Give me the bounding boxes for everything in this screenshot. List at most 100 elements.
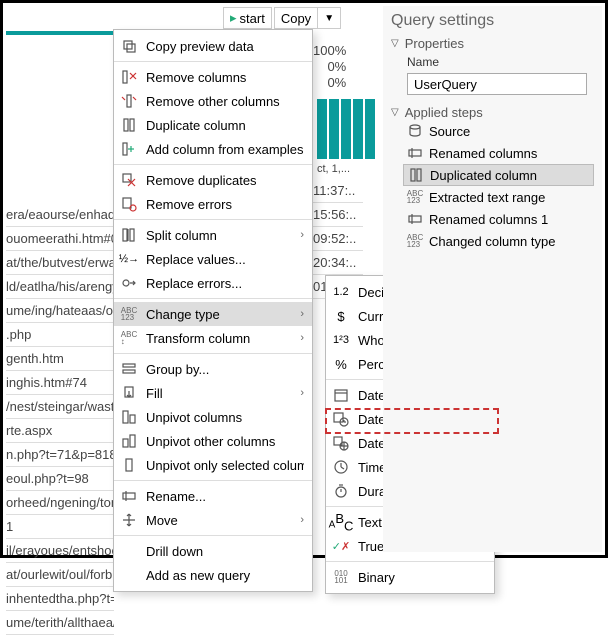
source-icon [407,123,423,139]
context-menu-item-replace-values-[interactable]: ½→Replace values... [114,247,312,271]
context-menu-item-unpivot-other-columns[interactable]: Unpivot other columns [114,429,312,453]
menu-item-label: Add as new query [146,568,304,583]
context-menu-item-change-type[interactable]: ABC123Change type› [114,302,312,326]
context-menu-item-replace-errors-[interactable]: Replace errors... [114,271,312,295]
context-menu-item-drill-down[interactable]: Drill down [114,539,312,563]
context-menu-item-remove-duplicates[interactable]: Remove duplicates [114,168,312,192]
menu-item-label: Binary [358,570,486,585]
decimal-icon: 1.2 [332,283,350,301]
applied-step-renamed-columns[interactable]: Renamed columns [403,142,594,164]
unpivot-other-icon [120,432,138,450]
duplicate-col-icon [120,116,138,134]
query-settings-pane: Query settings ▽ Properties Name ▽ Appli… [383,6,602,552]
table-row: n.php?t=71&p=8180 [6,443,114,467]
step-label: Renamed columns 1 [429,212,548,227]
menu-item-label: Add column from examples... [146,142,304,157]
context-menu-item-fill[interactable]: Fill› [114,381,312,405]
menu-item-label: Split column [146,228,292,243]
table-row: orheed/ngening/tono [6,491,114,515]
applied-steps-label: Applied steps [405,105,483,120]
menu-item-label: Rename... [146,489,304,504]
applied-step-extracted-text-range[interactable]: ABC123Extracted text range [403,186,594,208]
context-menu-item-move[interactable]: Move › [114,508,312,532]
menu-item-label: Remove duplicates [146,173,304,188]
table-row: ume/ing/hateaas/ome [6,299,114,323]
table-row: ld/eatlha/his/arengyou [6,275,114,299]
context-menu-item-split-column[interactable]: Split column › [114,223,312,247]
menu-item-label: Unpivot only selected columns [146,458,304,473]
applied-step-duplicated-column[interactable]: Duplicated column [403,164,594,186]
time-cell: 15:56:.. [313,203,363,227]
remove-other-cols-icon [120,92,138,110]
table-row: era/eaourse/enhades, [6,203,114,227]
table-row: inghis.htm#74 [6,371,114,395]
bool-icon: ✓✗ [332,537,350,555]
menu-item-label: Fill [146,386,292,401]
remove-err-icon [120,195,138,213]
menu-item-label: Move [146,513,292,528]
context-menu-item-group-by-[interactable]: Group by... [114,357,312,381]
applied-step-renamed-columns-1[interactable]: Renamed columns 1 [403,208,594,230]
applied-steps-list: SourceRenamed columnsDuplicated columnAB… [403,120,594,252]
table-row: at/ourlewit/oul/forbut [6,563,114,587]
abc123-icon: ABC123 [120,305,138,323]
menu-item-label: Replace errors... [146,276,304,291]
time-cell: 09:52:.. [313,227,363,251]
applied-step-source[interactable]: Source [403,120,594,142]
context-menu-item-unpivot-only-selected-columns[interactable]: Unpivot only selected columns [114,453,312,477]
renamed-icon [407,211,423,227]
applied-steps-section-header[interactable]: ▽ Applied steps [391,105,594,120]
context-menu-item-remove-other-columns[interactable]: Remove other columns [114,89,312,113]
currency-icon: $ [332,307,350,325]
context-menu-item-remove-errors[interactable]: Remove errors [114,192,312,216]
query-name-input[interactable] [407,73,587,95]
copy-label: Copy [281,11,311,26]
context-menu-item-add-as-new-query[interactable]: Add as new query [114,563,312,587]
remove-dup-icon [120,171,138,189]
renamed-icon [407,145,423,161]
table-row: 1 [6,515,114,539]
type-submenu-item-binary[interactable]: 010101 Binary [326,565,494,589]
abc123-icon: ABC123 [407,233,423,249]
context-menu-item-rename-[interactable]: Rename... [114,484,312,508]
menu-item-label: Replace values... [146,252,304,267]
properties-label: Properties [405,36,464,51]
context-menu-item-unpivot-columns[interactable]: Unpivot columns [114,405,312,429]
table-row: at/the/butvest/erwayo [6,251,114,275]
column-profile-bars [317,99,375,159]
context-menu-item-duplicate-column[interactable]: Duplicate column [114,113,312,137]
context-menu-item-copy-preview-data[interactable]: Copy preview data [114,34,312,58]
text-icon: ABC [332,513,350,531]
date-icon [332,386,350,404]
time-icon [332,458,350,476]
blank-icon [120,542,138,560]
table-row: genth.htm [6,347,114,371]
menu-item-label: Duplicate column [146,118,304,133]
applied-step-changed-column-type[interactable]: ABC123 Changed column type [403,230,594,252]
copy-split-button[interactable]: Copy ▼ [274,7,341,29]
duration-icon [332,482,350,500]
background-table-rows: era/eaourse/enhades,ouomeerathi.htm#037a… [6,203,114,635]
chevron-right-icon: › [300,229,304,241]
step-label: Changed column type [429,234,555,249]
context-menu-item-transform-column[interactable]: ABC↕Transform column› [114,326,312,350]
chevron-right-icon: › [300,514,304,526]
table-row: .php [6,323,114,347]
copy-dropdown[interactable]: ▼ [317,7,341,29]
step-label: Renamed columns [429,146,537,161]
distinct-label: ct, 1,... [317,163,350,175]
datetime-icon [332,410,350,428]
step-label: Extracted text range [429,190,545,205]
context-menu-item-remove-columns[interactable]: Remove columns [114,65,312,89]
context-menu-item-add-column-from-examples-[interactable]: Add column from examples... [114,137,312,161]
binary-icon: 010101 [332,568,350,586]
unpivot-sel-icon [120,456,138,474]
menu-item-label: Group by... [146,362,304,377]
transform-icon: ABC↕ [120,329,138,347]
add-col-icon [120,140,138,158]
table-row: rte.aspx [6,419,114,443]
properties-section-header[interactable]: ▽ Properties [391,36,594,51]
percent-icon: % [332,355,350,373]
time-cell: 11:37:.. [313,179,363,203]
start-button[interactable]: ▸ start [223,7,272,29]
